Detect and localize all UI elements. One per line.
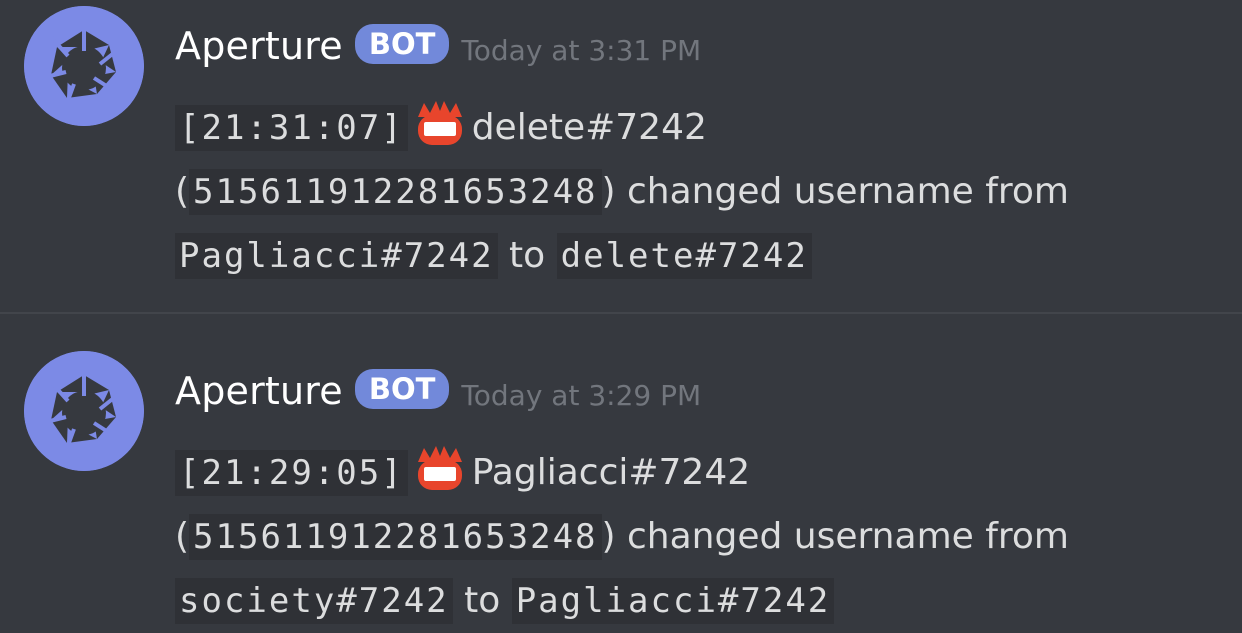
message-timestamp[interactable]: Today at 3:31 PM xyxy=(461,34,701,67)
bot-badge: BOT xyxy=(354,369,450,409)
new-name-text: delete#7242 xyxy=(471,107,707,148)
paren-open: ( xyxy=(175,171,190,212)
author-name[interactable]: Aperture xyxy=(175,369,343,413)
new-name-text: Pagliacci#7242 xyxy=(471,452,751,493)
message-header: Aperture BOT Today at 3:29 PM xyxy=(175,359,701,423)
message-content: [21:31:07] delete#7242 (51561191228165324… xyxy=(175,96,1225,288)
message: Aperture BOT Today at 3:31 PM [21:31:07]… xyxy=(0,0,1242,312)
message-header: Aperture BOT Today at 3:31 PM xyxy=(175,14,701,78)
action-text: changed username from xyxy=(627,516,1069,557)
user-id: 515611912281653248 xyxy=(189,514,602,560)
author-name[interactable]: Aperture xyxy=(175,24,343,68)
to-text: to xyxy=(509,235,546,276)
aperture-icon xyxy=(24,351,144,471)
bot-badge: BOT xyxy=(354,24,450,64)
avatar[interactable] xyxy=(24,6,144,126)
message-timestamp[interactable]: Today at 3:29 PM xyxy=(461,379,701,412)
message: Aperture BOT Today at 3:29 PM [21:29:05]… xyxy=(0,345,1242,632)
time-code: [21:31:07] xyxy=(175,105,408,151)
paren-close: ) xyxy=(601,171,616,212)
message-divider xyxy=(0,312,1242,314)
name-badge-icon xyxy=(414,442,466,494)
to-text: to xyxy=(464,580,501,621)
old-username: society#7242 xyxy=(175,578,453,624)
action-text: changed username from xyxy=(627,171,1069,212)
paren-close: ) xyxy=(601,516,616,557)
name-badge-icon xyxy=(414,97,466,149)
paren-open: ( xyxy=(175,516,190,557)
new-username: Pagliacci#7242 xyxy=(511,578,835,624)
time-code: [21:29:05] xyxy=(175,450,408,496)
user-id: 515611912281653248 xyxy=(189,169,602,215)
avatar[interactable] xyxy=(24,351,144,471)
new-username: delete#7242 xyxy=(556,233,812,279)
old-username: Pagliacci#7242 xyxy=(175,233,498,279)
message-content: [21:29:05] Pagliacci#7242 (51561191228165… xyxy=(175,441,1225,633)
aperture-icon xyxy=(24,6,144,126)
